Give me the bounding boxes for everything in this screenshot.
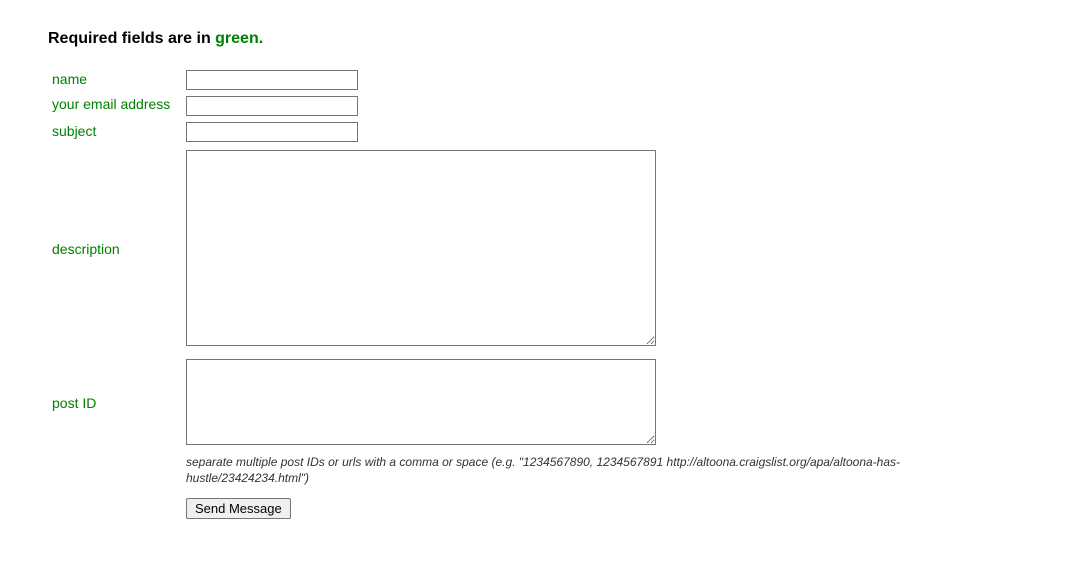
send-message-button[interactable]: Send Message: [186, 498, 291, 519]
name-input[interactable]: [186, 70, 358, 90]
description-input[interactable]: [186, 150, 656, 346]
heading-highlight: green.: [215, 30, 263, 47]
postid-input[interactable]: [186, 359, 656, 445]
form-heading: Required fields are in green.: [48, 30, 1023, 48]
description-label: description: [48, 241, 186, 259]
email-label: your email address: [48, 96, 186, 114]
subject-label: subject: [48, 123, 186, 141]
subject-input[interactable]: [186, 122, 358, 142]
postid-hint: separate multiple post IDs or urls with …: [186, 454, 1023, 486]
postid-label: post ID: [48, 395, 186, 413]
heading-prefix: Required fields are in: [48, 30, 215, 47]
name-label: name: [48, 71, 186, 89]
email-input[interactable]: [186, 96, 358, 116]
